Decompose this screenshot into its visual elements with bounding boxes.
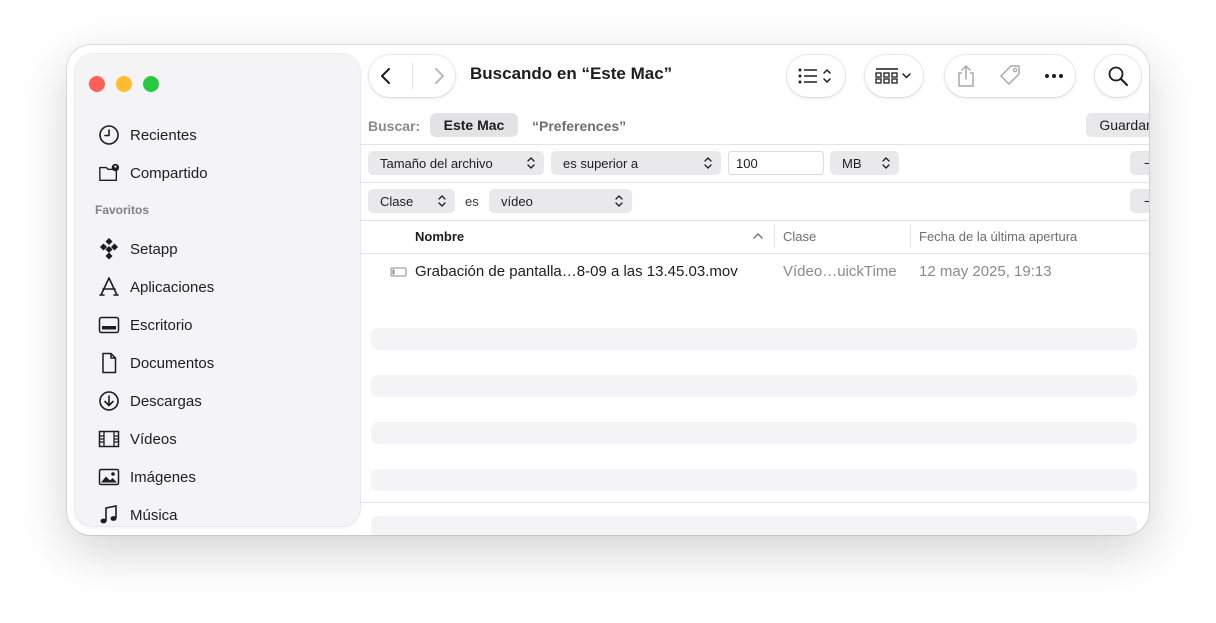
sidebar: Recientes Compartido Favoritos Setapp Ap…	[75, 54, 360, 526]
desktop-icon	[97, 313, 121, 337]
sidebar-item-descargas[interactable]: Descargas	[97, 387, 202, 415]
table-row[interactable]: Grabación de pantalla…8-09 a las 13.45.0…	[360, 259, 1149, 285]
empty-row-stripe	[371, 328, 1137, 350]
sort-ascending-icon[interactable]	[752, 232, 764, 240]
sidebar-item-compartido[interactable]: Compartido	[97, 159, 208, 187]
zoom-window-button[interactable]	[143, 76, 159, 92]
search-scope-label: Buscar:	[368, 118, 421, 134]
search-scope-bar: Buscar: Este Mac “Preferences” Guardar −	[360, 108, 1149, 145]
rule-operator-popup[interactable]: es superior a	[551, 151, 721, 175]
empty-row-stripe	[371, 375, 1137, 397]
sidebar-item-setapp[interactable]: Setapp	[97, 235, 178, 263]
save-search-button[interactable]: Guardar	[1086, 113, 1149, 137]
sidebar-item-label: Imágenes	[130, 468, 196, 486]
sidebar-item-videos[interactable]: Vídeos	[97, 425, 177, 453]
applications-icon	[97, 275, 121, 299]
sidebar-item-label: Vídeos	[130, 430, 177, 448]
movie-file-icon	[390, 267, 407, 277]
search-rule-size: Tamaño del archivo es superior a 100 MB …	[360, 145, 1149, 183]
column-header-clase[interactable]: Clase	[783, 229, 816, 244]
tag-icon[interactable]	[998, 64, 1022, 88]
updown-chevron-icon	[615, 195, 623, 207]
actions-group	[945, 55, 1075, 97]
sidebar-item-label: Documentos	[130, 354, 215, 372]
more-icon[interactable]	[1044, 73, 1064, 79]
rule-kind-value: vídeo	[501, 193, 533, 209]
rule-operator-label: es	[465, 194, 479, 209]
photo-icon	[97, 465, 121, 489]
search-button[interactable]	[1095, 55, 1141, 97]
back-chevron-icon[interactable]	[379, 66, 393, 86]
column-header-nombre[interactable]: Nombre	[415, 229, 464, 244]
updown-chevron-icon	[438, 195, 446, 207]
file-name: Grabación de pantalla…8-09 a las 13.45.0…	[415, 263, 738, 280]
empty-row-stripe	[371, 422, 1137, 444]
updown-chevron-icon	[704, 157, 712, 169]
setapp-icon	[97, 237, 121, 261]
empty-row-stripe	[371, 469, 1137, 491]
view-mode-button[interactable]	[787, 55, 845, 97]
group-button[interactable]	[865, 55, 923, 97]
empty-row-stripe	[371, 516, 1137, 535]
updown-chevron-icon	[527, 157, 535, 169]
group-icon	[875, 67, 913, 85]
navigation-divider	[411, 63, 413, 89]
sidebar-item-label: Compartido	[130, 164, 208, 182]
navigation-group	[369, 55, 455, 97]
search-rule-kind: Clase es vídeo − +	[360, 183, 1149, 221]
scope-preferences-button[interactable]: “Preferences”	[532, 118, 626, 134]
list-view-icon	[797, 67, 835, 85]
close-window-button[interactable]	[89, 76, 105, 92]
rule-kind-popup[interactable]: vídeo	[489, 189, 632, 213]
column-divider[interactable]	[910, 225, 911, 247]
music-note-icon	[97, 503, 121, 527]
sidebar-item-imagenes[interactable]: Imágenes	[97, 463, 196, 491]
file-kind: Vídeo…uickTime	[783, 263, 897, 280]
rule-attribute-popup[interactable]: Tamaño del archivo	[368, 151, 544, 175]
column-header-fecha[interactable]: Fecha de la última apertura	[919, 229, 1077, 244]
sidebar-item-label: Setapp	[130, 240, 178, 258]
scope-este-mac-button[interactable]: Este Mac	[430, 113, 518, 137]
sidebar-item-escritorio[interactable]: Escritorio	[97, 311, 193, 339]
sidebar-item-label: Recientes	[130, 126, 197, 144]
sidebar-item-label: Escritorio	[130, 316, 193, 334]
film-icon	[97, 427, 121, 451]
sidebar-section-favoritos: Favoritos	[95, 203, 150, 217]
shared-folder-icon	[97, 161, 121, 185]
rule-size-value-input[interactable]: 100	[728, 151, 824, 175]
sidebar-item-musica[interactable]: Música	[97, 501, 178, 529]
rule-attribute-popup[interactable]: Clase	[368, 189, 455, 213]
download-icon	[97, 389, 121, 413]
remove-rule-button[interactable]: −	[1130, 151, 1149, 175]
sidebar-item-label: Aplicaciones	[130, 278, 215, 296]
window-title: Buscando en “Este Mac”	[470, 64, 673, 83]
clock-icon	[97, 123, 121, 147]
document-icon	[97, 351, 121, 375]
rule-unit-popup[interactable]: MB	[830, 151, 899, 175]
finder-window: Recientes Compartido Favoritos Setapp Ap…	[67, 45, 1149, 535]
rule-unit-value: MB	[842, 155, 862, 171]
sidebar-item-label: Música	[130, 506, 178, 524]
sidebar-item-label: Descargas	[130, 392, 202, 410]
remove-rule-button[interactable]: −	[1130, 189, 1149, 213]
minimize-window-button[interactable]	[116, 76, 132, 92]
search-icon	[1107, 65, 1129, 87]
sidebar-item-aplicaciones[interactable]: Aplicaciones	[97, 273, 214, 301]
file-last-opened: 12 may 2025, 19:13	[919, 263, 1052, 280]
share-icon[interactable]	[956, 64, 976, 88]
rule-attribute-value: Tamaño del archivo	[380, 155, 493, 171]
results-column-header: Nombre Clase Fecha de la última apertura	[360, 219, 1149, 254]
sidebar-item-documentos[interactable]: Documentos	[97, 349, 214, 377]
forward-chevron-icon[interactable]	[432, 66, 446, 86]
column-divider[interactable]	[774, 225, 775, 247]
status-bar-divider	[360, 502, 1149, 503]
rule-operator-value: es superior a	[563, 155, 639, 171]
updown-chevron-icon	[882, 157, 890, 169]
rule-attribute-value: Clase	[380, 193, 414, 209]
sidebar-item-recientes[interactable]: Recientes	[97, 121, 197, 149]
